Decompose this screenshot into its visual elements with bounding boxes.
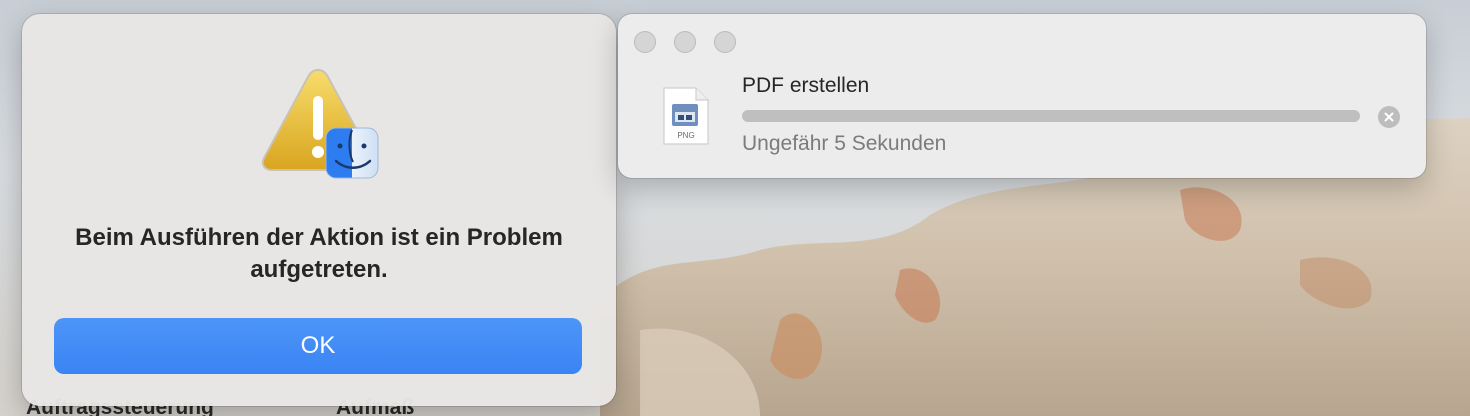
progress-bar <box>742 110 1360 122</box>
close-window-button[interactable] <box>634 31 656 53</box>
progress-window: PNG PDF erstellen Ungefähr 5 Sekunden <box>618 14 1426 178</box>
warning-finder-icon <box>261 68 379 179</box>
minimize-window-button[interactable] <box>674 31 696 53</box>
png-file-icon: PNG <box>663 87 709 145</box>
zoom-window-button[interactable] <box>714 31 736 53</box>
task-title: PDF erstellen <box>742 74 870 97</box>
cancel-task-button[interactable] <box>1378 106 1400 128</box>
alert-dialog: Beim Ausführen der Aktion ist ein Proble… <box>22 14 616 406</box>
alert-message: Beim Ausführen der Aktion ist ein Proble… <box>75 224 563 283</box>
task-status: Ungefähr 5 Sekunden <box>742 132 947 155</box>
file-type-label: PNG <box>677 131 694 140</box>
ok-button[interactable]: OK <box>54 318 582 374</box>
close-circle-icon <box>1384 112 1394 122</box>
